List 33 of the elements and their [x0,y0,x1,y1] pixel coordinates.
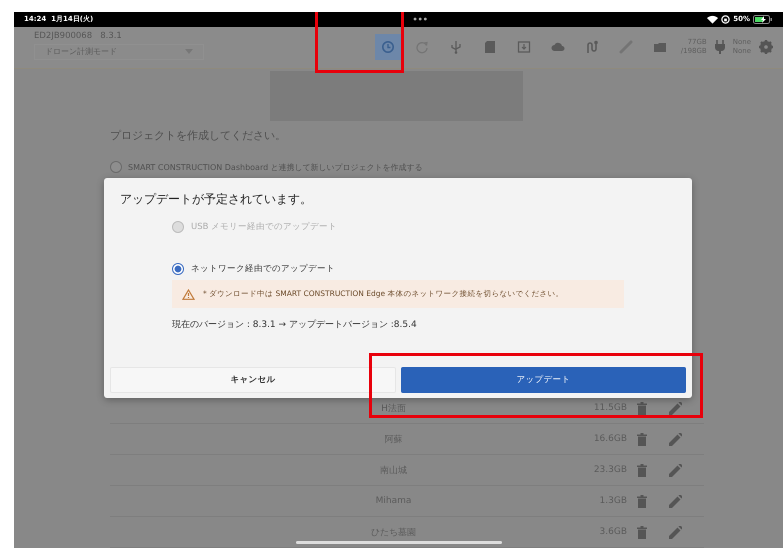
history-icon [414,40,429,54]
trash-icon[interactable] [637,432,647,446]
pencil-icon[interactable] [669,494,682,508]
download-icon [516,40,531,54]
option-label: ネットワーク経由でのアップデート [191,263,335,275]
cancel-button[interactable]: キャンセル [110,367,396,393]
pencil-icon[interactable] [669,402,682,414]
route-icon [584,40,599,54]
pencil-icon[interactable] [669,432,682,446]
clock-icon [380,40,395,54]
plug-icon [714,40,725,54]
trash-icon[interactable] [637,494,647,508]
version-info: 現在のバージョン : 8.3.1 → アップデートバージョン :8.5.4 [172,318,418,331]
project-prompt: プロジェクトを作成してください。 [110,128,287,143]
pencil-icon[interactable] [669,526,682,538]
toolbar-button[interactable] [374,34,401,60]
wifi-icon [707,14,718,24]
trash-icon[interactable] [637,402,647,414]
radio-button[interactable] [110,161,122,173]
settings-icon[interactable] [759,40,773,54]
usb-icon [448,40,463,54]
pencil-icon[interactable] [669,464,682,476]
battery-charging-icon [753,14,773,24]
sd-card-icon [482,40,497,54]
dialog-title: アップデートが予定されています。 [119,191,313,208]
lock-rotation-icon [721,14,730,24]
multitask-dots[interactable]: ••• [412,14,428,24]
option-label: USB メモリー経由でのアップデート [191,221,338,233]
radio-button[interactable] [172,263,184,275]
trash-icon[interactable] [637,464,647,476]
update-button[interactable]: アップデート [400,367,686,393]
warning-icon [182,288,195,300]
trash-icon[interactable] [637,526,647,538]
